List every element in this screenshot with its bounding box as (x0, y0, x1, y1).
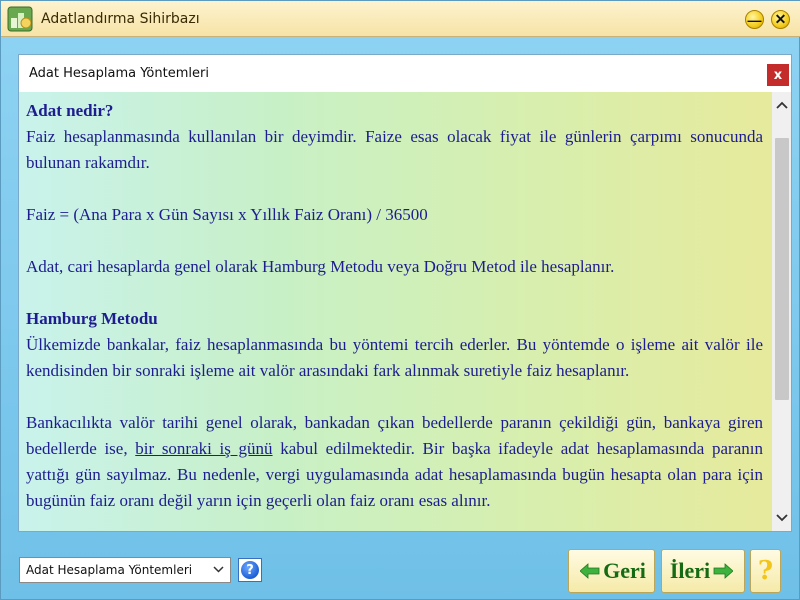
app-icon (7, 6, 33, 32)
arrow-left-icon (580, 563, 600, 579)
minimize-icon[interactable]: — (745, 10, 764, 29)
topic-select-value: Adat Hesaplama Yöntemleri (26, 563, 193, 577)
close-icon[interactable]: ✕ (771, 10, 790, 29)
paragraph-hamburg: Ülkemizde bankalar, faiz hesaplanmasında… (26, 335, 763, 380)
formula-text: Faiz = (Ana Para x Gün Sayısı x Yıllık F… (26, 205, 428, 224)
paragraph-definition: Faiz hesaplanmasında kullanılan bir deyi… (26, 127, 763, 172)
paragraph-valor: Bankacılıkta valör tarihi genel olarak, … (26, 410, 763, 514)
help-button[interactable]: ? (750, 549, 781, 593)
help-icon-glyph: ? (241, 561, 259, 579)
chevron-down-icon (213, 563, 224, 576)
dialog-title: Adat Hesaplama Yöntemleri (29, 66, 209, 81)
window-title: Adatlandırma Sihirbazı (41, 11, 200, 27)
next-button-label: İleri (669, 558, 711, 583)
paragraph-methods: Adat, cari hesaplarda genel olarak Hambu… (26, 257, 615, 276)
heading-hamburg-metodu: Hamburg Metodu (26, 309, 158, 328)
help-dialog: Adat Hesaplama Yöntemleri x Adat nedir? … (18, 54, 792, 532)
dialog-header: Adat Hesaplama Yöntemleri x (19, 55, 791, 92)
chevron-up-icon[interactable] (772, 92, 792, 118)
wizard-window: Adatlandırma Sihirbazı — ✕ Adat Hesaplam… (0, 0, 800, 600)
heading-adat-nedir: Adat nedir? (26, 101, 114, 120)
help-content: Adat nedir? Faiz hesaplanmasında kullanı… (19, 92, 771, 531)
title-bar[interactable]: Adatlandırma Sihirbazı — ✕ (1, 1, 800, 37)
topic-select[interactable]: Adat Hesaplama Yöntemleri (19, 557, 231, 583)
help-icon[interactable]: ? (238, 558, 262, 582)
underlined-phrase: bir sonraki iş günü (135, 439, 273, 458)
chevron-down-icon[interactable] (772, 505, 792, 531)
back-button[interactable]: Geri (568, 549, 655, 593)
arrow-right-icon (713, 563, 734, 579)
back-button-label: Geri (603, 558, 646, 583)
next-button[interactable]: İleri (661, 549, 745, 593)
scrollbar-thumb[interactable] (775, 138, 789, 400)
dialog-close-button[interactable]: x (767, 64, 789, 86)
vertical-scrollbar[interactable] (771, 92, 791, 531)
